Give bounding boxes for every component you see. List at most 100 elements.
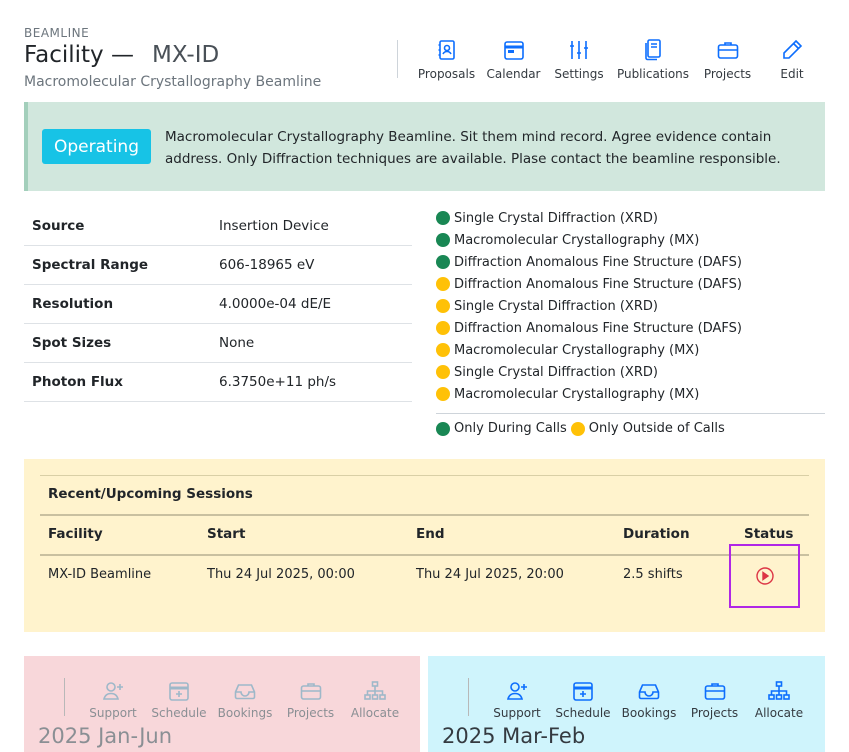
support-button[interactable]: Support	[80, 679, 146, 720]
bookings-label: Bookings	[217, 706, 273, 720]
technique-item: Macromolecular Crystallography (MX)	[436, 229, 825, 251]
spec-key: Photon Flux	[32, 374, 123, 390]
publications-button[interactable]: Publications	[611, 38, 695, 81]
bookings-button[interactable]: Bookings	[212, 679, 278, 720]
settings-label: Settings	[554, 67, 604, 81]
toolbar-divider	[397, 40, 398, 78]
page-eyebrow: BEAMLINE	[24, 26, 90, 40]
technique-item: Single Crystal Diffraction (XRD)	[436, 207, 825, 229]
availability-dot	[436, 365, 450, 379]
column-header-facility: Facility	[48, 526, 103, 542]
proposals-icon	[438, 40, 455, 60]
bookings-label: Bookings	[621, 706, 677, 720]
schedule-button[interactable]: Schedule	[146, 679, 212, 720]
technique-item: Single Crystal Diffraction (XRD)	[436, 361, 825, 383]
settings-sliders-icon	[570, 41, 588, 59]
card-toolbar: Support Schedule Bookings Projects Alloc…	[484, 679, 811, 720]
availability-dot	[436, 211, 450, 225]
bookings-button[interactable]: Bookings	[616, 679, 682, 720]
column-header-end: End	[416, 526, 445, 542]
availability-dot	[436, 343, 450, 357]
spec-value: Insertion Device	[219, 218, 329, 234]
allocate-button[interactable]: Allocate	[747, 679, 811, 720]
support-label: Support	[493, 706, 541, 720]
sessions-title: Recent/Upcoming Sessions	[48, 486, 253, 502]
spec-key: Source	[32, 218, 85, 234]
calendar-button[interactable]: Calendar	[480, 38, 547, 81]
support-label: Support	[89, 706, 137, 720]
techniques-divider	[436, 413, 825, 414]
calendar-plus-icon	[169, 682, 189, 701]
hierarchy-icon	[364, 681, 386, 700]
session-status-button[interactable]	[729, 544, 800, 608]
inbox-icon	[638, 684, 660, 700]
calendar-plus-icon	[573, 682, 593, 701]
briefcase-icon	[717, 42, 738, 59]
page-subtitle: Macromolecular Crystallography Beamline	[24, 74, 322, 90]
schedule-button[interactable]: Schedule	[550, 679, 616, 720]
technique-name: Single Crystal Diffraction (XRD)	[454, 298, 658, 314]
technique-item: Single Crystal Diffraction (XRD)	[436, 295, 825, 317]
status-message: Macromolecular Crystallography Beamline.…	[165, 129, 781, 167]
sessions-header-rule	[40, 514, 809, 516]
card-toolbar: Support Schedule Bookings Projects Alloc…	[80, 679, 407, 720]
technique-item: Macromolecular Crystallography (MX)	[436, 383, 825, 405]
card-divider	[468, 678, 469, 716]
allocate-button[interactable]: Allocate	[343, 679, 407, 720]
briefcase-icon	[300, 683, 321, 700]
technique-name: Single Crystal Diffraction (XRD)	[454, 364, 658, 380]
sessions-body-rule	[40, 554, 809, 556]
call-card-2025-jan-jun: Support Schedule Bookings Projects Alloc…	[24, 656, 420, 752]
technique-item: Diffraction Anomalous Fine Structure (DA…	[436, 317, 825, 339]
availability-dot	[436, 255, 450, 269]
projects-button[interactable]: Projects	[278, 679, 343, 720]
publications-label: Publications	[616, 67, 690, 81]
legend-outside-dot	[570, 421, 585, 436]
legend-during-label: Only During Calls	[454, 421, 567, 436]
status-badge: Operating	[42, 129, 151, 164]
projects-button[interactable]: Projects	[695, 38, 760, 81]
spec-key: Spot Sizes	[32, 335, 112, 351]
availability-dot	[436, 277, 450, 291]
proposals-button[interactable]: Proposals	[413, 38, 480, 81]
add-user-icon	[102, 682, 123, 700]
projects-label: Projects	[690, 706, 739, 720]
sessions-panel	[24, 459, 825, 632]
settings-button[interactable]: Settings	[547, 38, 611, 81]
edit-button[interactable]: Edit	[760, 38, 824, 81]
session-duration: 2.5 shifts	[623, 567, 683, 582]
spec-value: 606-18965 eV	[219, 257, 315, 273]
spec-row: Source Insertion Device	[24, 207, 412, 246]
availability-legend: Only During Calls Only Outside of Calls	[436, 421, 725, 436]
techniques-list: Single Crystal Diffraction (XRD) Macromo…	[436, 207, 825, 405]
session-facility: MX-ID Beamline	[48, 567, 152, 582]
spec-value: 6.3750e+11 ph/s	[219, 374, 337, 390]
projects-button[interactable]: Projects	[682, 679, 747, 720]
legend-outside-label: Only Outside of Calls	[588, 421, 725, 436]
play-circle-icon	[755, 567, 774, 585]
technique-name: Single Crystal Diffraction (XRD)	[454, 210, 658, 226]
briefcase-icon	[704, 683, 725, 700]
schedule-label: Schedule	[555, 706, 611, 720]
spec-row: Spot Sizes None	[24, 324, 412, 363]
column-header-start: Start	[207, 526, 246, 542]
calendar-label: Calendar	[486, 67, 541, 81]
proposals-label: Proposals	[417, 67, 476, 81]
availability-dot	[436, 321, 450, 335]
support-button[interactable]: Support	[484, 679, 550, 720]
hierarchy-icon	[768, 681, 790, 700]
inbox-icon	[234, 684, 256, 700]
title-prefix: Facility —	[24, 42, 134, 68]
add-user-icon	[506, 682, 527, 700]
column-header-status: Status	[744, 526, 794, 542]
availability-dot	[436, 387, 450, 401]
spec-value: 4.0000e-04 dE/E	[219, 296, 332, 312]
technique-name: Diffraction Anomalous Fine Structure (DA…	[454, 254, 742, 270]
spec-key: Resolution	[32, 296, 114, 312]
technique-name: Macromolecular Crystallography (MX)	[454, 386, 700, 402]
column-header-duration: Duration	[623, 526, 690, 542]
title-code: MX-ID	[151, 42, 220, 68]
technique-name: Diffraction Anomalous Fine Structure (DA…	[454, 276, 742, 292]
legend-during-dot	[436, 421, 450, 436]
header-toolbar: Proposals Calendar Settings Publications…	[413, 38, 824, 81]
